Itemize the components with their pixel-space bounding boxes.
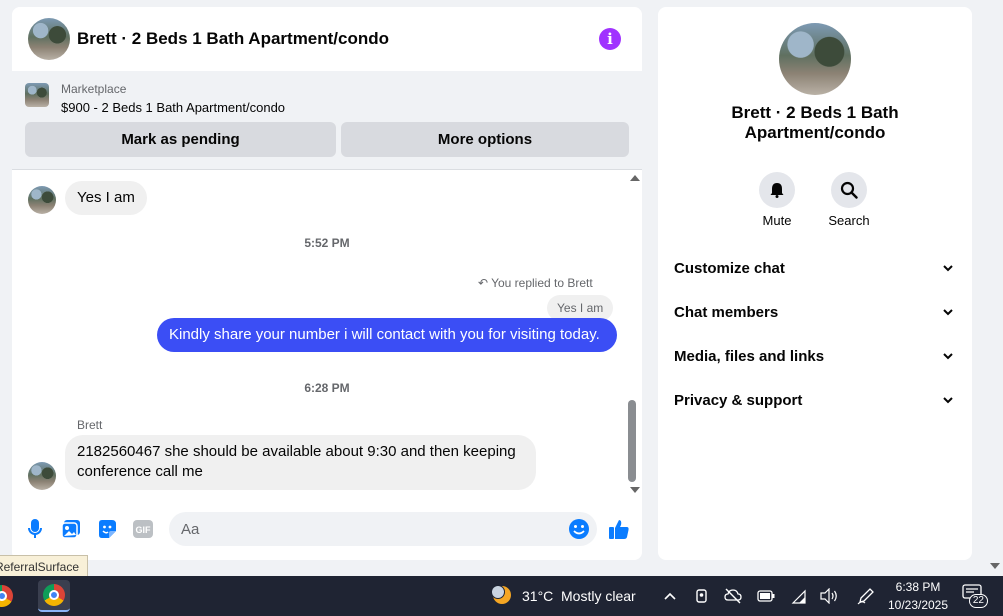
chevron-down-icon [943, 397, 953, 404]
chat-header: Brett · 2 Beds 1 Bath Apartment/condo i [12, 7, 642, 72]
media-files-links-section[interactable]: Media, files and links [674, 346, 956, 368]
customize-chat-section[interactable]: Customize chat [674, 258, 956, 280]
search-label: Search [828, 213, 870, 228]
chevron-up-icon[interactable] [660, 586, 680, 606]
scrollbar-thumb[interactable] [628, 400, 636, 482]
taskbar: 31°C Mostly clear 6:38 PM 10/23/2025 22 [0, 576, 1003, 616]
chat-panel: Brett · 2 Beds 1 Bath Apartment/condo i … [12, 7, 642, 560]
reply-note: ↶ You replied to Brett [478, 276, 593, 290]
more-options-button[interactable]: More options [341, 122, 629, 157]
section-label: Customize chat [674, 260, 785, 277]
chat-avatar[interactable] [28, 18, 70, 60]
listing-thumbnail[interactable] [25, 83, 49, 107]
mute-button[interactable] [759, 172, 795, 208]
section-label: Chat members [674, 304, 779, 321]
pen-icon[interactable] [856, 586, 876, 606]
profile-name: Brett · 2 Beds 1 Bath Apartment/condo [731, 103, 899, 142]
clock-date[interactable]: 10/23/2025 [884, 598, 952, 612]
notification-count: 22 [968, 594, 988, 608]
incoming-message[interactable]: Yes I am [65, 181, 147, 215]
volume-icon[interactable] [819, 586, 839, 606]
scroll-up-arrow-icon[interactable] [630, 175, 640, 181]
marketplace-bar: Marketplace $900 - 2 Beds 1 Bath Apartme… [12, 71, 642, 170]
message-list: Yes I am 5:52 PM ↶ You replied to Brett Y… [12, 170, 642, 497]
chrome-icon [0, 585, 13, 607]
microphone-icon[interactable] [24, 518, 46, 540]
reply-note-text: You replied to Brett [491, 276, 593, 290]
mute-label: Mute [762, 213, 792, 228]
listing-title[interactable]: $900 - 2 Beds 1 Bath Apartment/condo [61, 100, 285, 115]
sender-avatar[interactable] [28, 186, 56, 214]
profile-avatar[interactable] [779, 23, 851, 95]
taskbar-chrome-active[interactable] [38, 580, 70, 612]
info-icon[interactable]: i [599, 28, 621, 50]
chevron-down-icon [943, 309, 953, 316]
wifi-icon[interactable] [789, 586, 809, 606]
notification-center-button[interactable]: 22 [962, 584, 988, 608]
chrome-icon [43, 584, 65, 606]
message-input[interactable] [169, 512, 597, 546]
weather-temperature[interactable]: 31°C [522, 588, 553, 604]
timestamp: 5:52 PM [304, 236, 350, 250]
search-icon [840, 181, 858, 199]
conversation-info-panel: Brett · 2 Beds 1 Bath Apartment/condo Mu… [658, 7, 972, 560]
mark-as-pending-button[interactable]: Mark as pending [25, 122, 336, 157]
sender-avatar[interactable] [28, 462, 56, 490]
sticker-icon[interactable] [96, 518, 118, 540]
clock-time[interactable]: 6:38 PM [886, 580, 950, 594]
status-tooltip: ReferralSurface... [0, 555, 88, 577]
photo-icon[interactable] [60, 518, 82, 540]
moon-weather-icon[interactable] [491, 584, 513, 606]
emoji-icon[interactable] [568, 518, 590, 540]
chevron-down-icon [943, 353, 953, 360]
scroll-down-arrow-icon[interactable] [630, 487, 640, 493]
incoming-message[interactable]: 2182560467 she should be available about… [65, 435, 536, 490]
svg-text:GIF: GIF [136, 525, 152, 535]
bell-icon [770, 183, 784, 198]
composer: GIF [12, 504, 642, 560]
like-thumb-icon[interactable] [608, 518, 630, 540]
privacy-support-section[interactable]: Privacy & support [674, 390, 956, 412]
reply-icon: ↶ [478, 276, 489, 290]
section-label: Media, files and links [674, 348, 825, 365]
marketplace-label: Marketplace [61, 82, 127, 96]
taskbar-chrome-window[interactable] [0, 580, 18, 612]
battery-icon[interactable] [756, 586, 776, 606]
chat-title[interactable]: Brett · 2 Beds 1 Bath Apartment/condo [77, 29, 389, 49]
section-label: Privacy & support [674, 392, 803, 409]
camera-tray-icon[interactable] [692, 586, 712, 606]
cloud-off-icon[interactable] [723, 586, 743, 606]
timestamp: 6:28 PM [304, 381, 350, 395]
outgoing-message[interactable]: Kindly share your number i will contact … [157, 318, 617, 352]
gif-icon[interactable]: GIF [132, 518, 154, 540]
weather-description[interactable]: Mostly clear [561, 588, 636, 604]
chevron-down-icon [943, 265, 953, 272]
search-button[interactable] [831, 172, 867, 208]
chat-members-section[interactable]: Chat members [674, 302, 956, 324]
sender-name: Brett [77, 418, 103, 432]
page-scroll-down-icon[interactable] [990, 563, 1000, 569]
